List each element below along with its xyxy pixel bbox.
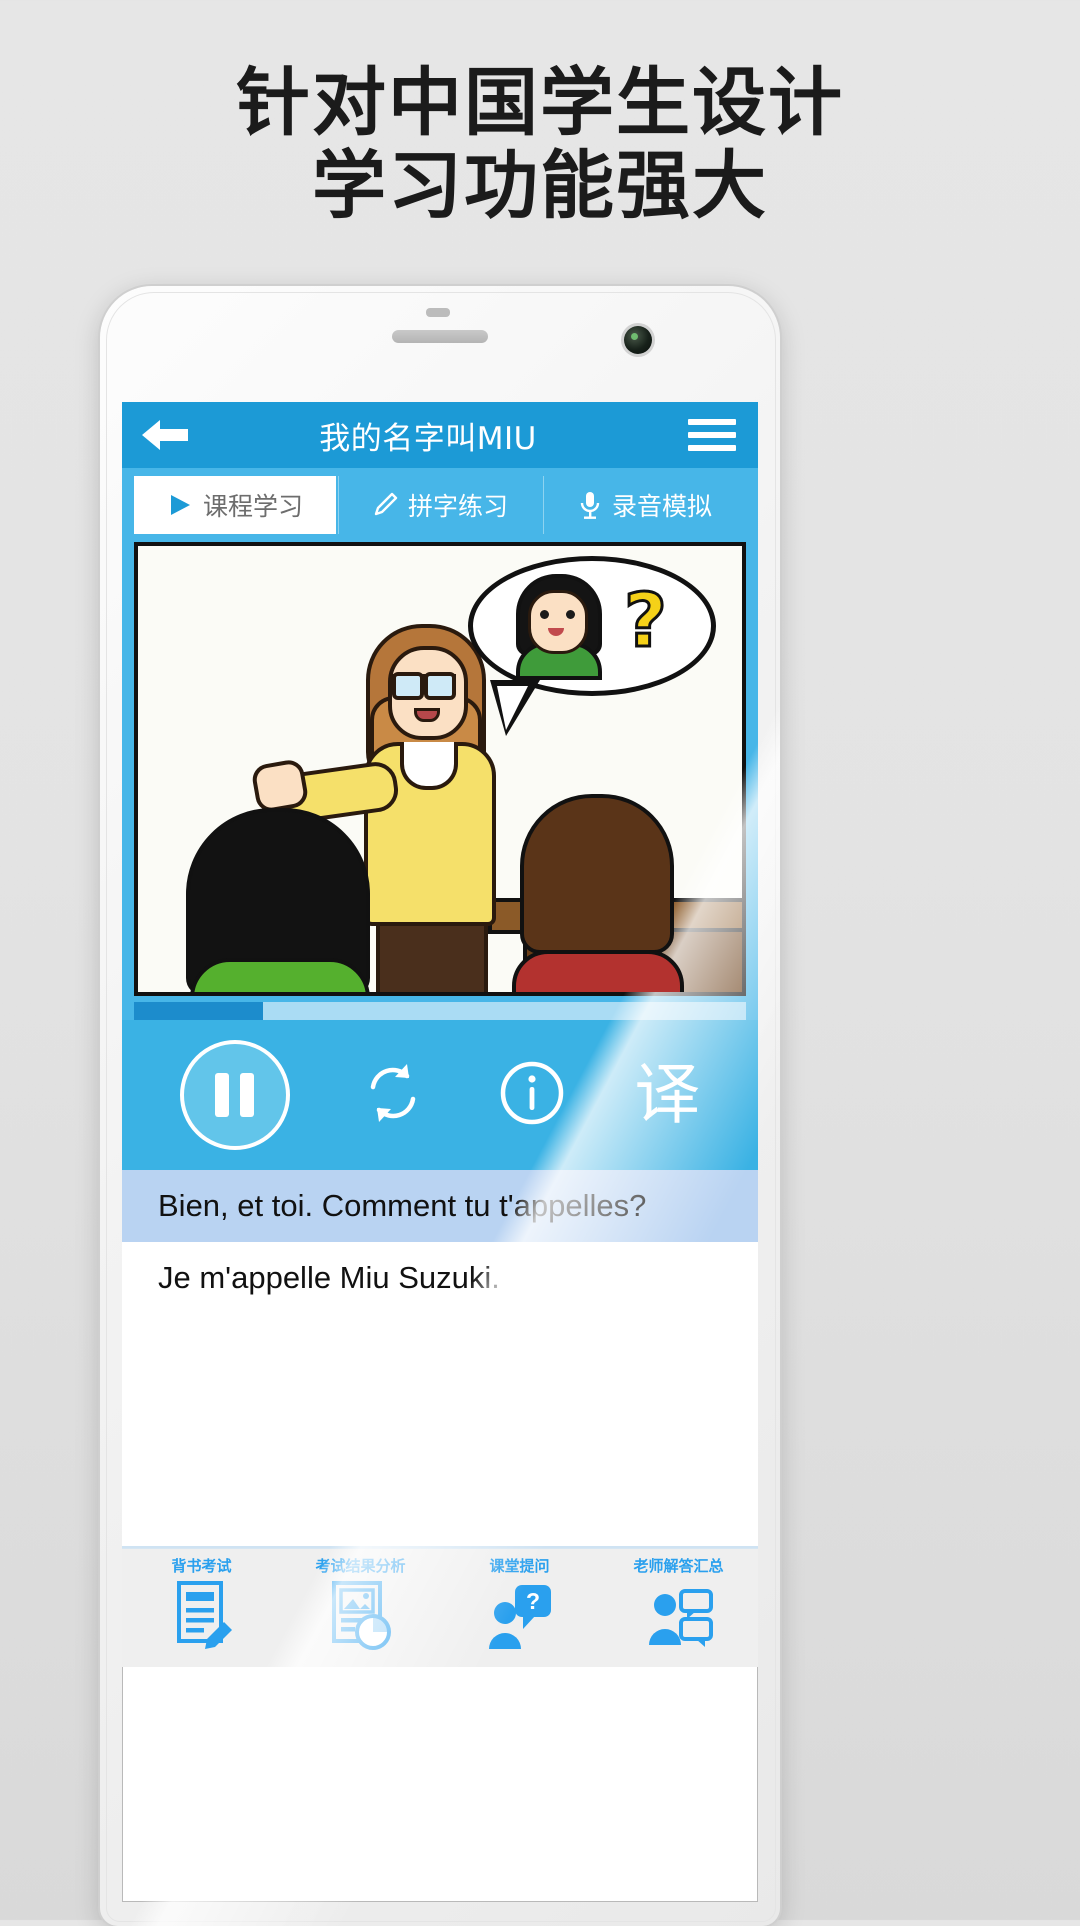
hamburger-menu-icon[interactable]	[666, 402, 758, 468]
bottom-item-label: 考试结果分析	[315, 1557, 406, 1575]
info-circle-icon	[497, 1058, 567, 1133]
promo-headline: 针对中国学生设计 学习功能强大	[0, 62, 1080, 228]
promo-headline-line1: 针对中国学生设计	[236, 60, 844, 146]
bottom-item-classroom-question[interactable]: 课堂提问 ?	[440, 1549, 599, 1652]
teacher-answer-icon	[643, 1578, 715, 1652]
teacher-collar	[400, 742, 458, 790]
bottom-item-exam[interactable]: 背书考试	[122, 1549, 281, 1652]
speech-bubble-tail	[490, 680, 540, 736]
player-controls: 译	[122, 1020, 758, 1170]
document-pencil-icon	[169, 1578, 235, 1652]
bubble-girl-eye-left	[540, 610, 549, 619]
subtitle-scroll-area[interactable]	[122, 1314, 758, 1548]
tab-course-study[interactable]: 课程学习	[134, 476, 336, 534]
lesson-illustration-container: ?	[122, 534, 758, 996]
bottom-item-label: 课堂提问	[489, 1557, 550, 1575]
progress-fill	[134, 1002, 263, 1020]
pause-button[interactable]	[179, 1040, 290, 1150]
app-screen: 我的名字叫MIU 课程学习 拼字练习 录音模拟 ? 译 Bien, et toi…	[122, 402, 758, 1902]
tab-label: 录音模拟	[611, 492, 712, 521]
pause-icon	[179, 1040, 290, 1150]
student-right-hair	[520, 794, 674, 954]
bubble-girl-face	[528, 590, 588, 654]
translate-char-icon: 译	[634, 1056, 701, 1133]
app-bar: 我的名字叫MIU	[122, 402, 758, 468]
current-subtitle: Bien, et toi. Comment tu t'appelles?	[122, 1170, 758, 1242]
front-camera-icon	[624, 326, 652, 354]
student-left-shirt	[190, 958, 370, 992]
microphone-icon	[578, 490, 602, 520]
loop-repeat-icon	[357, 1057, 429, 1134]
tab-bar: 课程学习 拼字练习 录音模拟	[122, 468, 758, 534]
svg-text:?: ?	[525, 1588, 539, 1614]
student-right-shirt	[512, 950, 684, 992]
tab-spelling-practice[interactable]: 拼字练习	[338, 476, 541, 534]
question-mark-icon: ?	[623, 577, 669, 666]
bottom-item-label: 背书考试	[171, 1557, 232, 1575]
next-subtitle: Je m'appelle Miu Suzuki.	[122, 1242, 758, 1314]
progress-track[interactable]	[134, 1002, 746, 1020]
tab-label: 拼字练习	[407, 492, 508, 521]
info-button[interactable]	[497, 1058, 567, 1133]
proximity-sensor	[426, 308, 450, 317]
tab-label: 课程学习	[202, 492, 303, 521]
earpiece-speaker	[392, 330, 488, 343]
report-chart-icon	[326, 1578, 396, 1652]
tab-recording-simulation[interactable]: 录音模拟	[543, 476, 746, 534]
page-title: 我的名字叫MIU	[319, 420, 537, 457]
teacher-glasses-icon	[392, 672, 456, 700]
lesson-comic-image[interactable]: ?	[134, 542, 746, 996]
phone-mockup: 我的名字叫MIU 课程学习 拼字练习 录音模拟 ? 译 Bien, et toi…	[100, 286, 780, 1926]
bottom-item-exam-analysis[interactable]: 考试结果分析	[281, 1549, 440, 1652]
bottom-item-teacher-answers[interactable]: 老师解答汇总	[599, 1549, 758, 1652]
promo-headline-line2: 学习功能强大	[312, 142, 768, 229]
pencil-icon	[372, 492, 398, 518]
bubble-girl-eye-right	[566, 610, 575, 619]
play-triangle-icon	[167, 492, 193, 518]
repeat-button[interactable]	[357, 1057, 429, 1134]
teacher-mouth	[414, 708, 440, 722]
bottom-item-label: 老师解答汇总	[633, 1557, 724, 1575]
playback-progress-container	[122, 996, 758, 1020]
person-question-icon: ?	[485, 1578, 555, 1652]
bottom-toolbar: 背书考试 考试结果分析 课堂提问 ? 老师解答汇总	[122, 1548, 758, 1667]
translate-button[interactable]: 译	[634, 1062, 700, 1128]
